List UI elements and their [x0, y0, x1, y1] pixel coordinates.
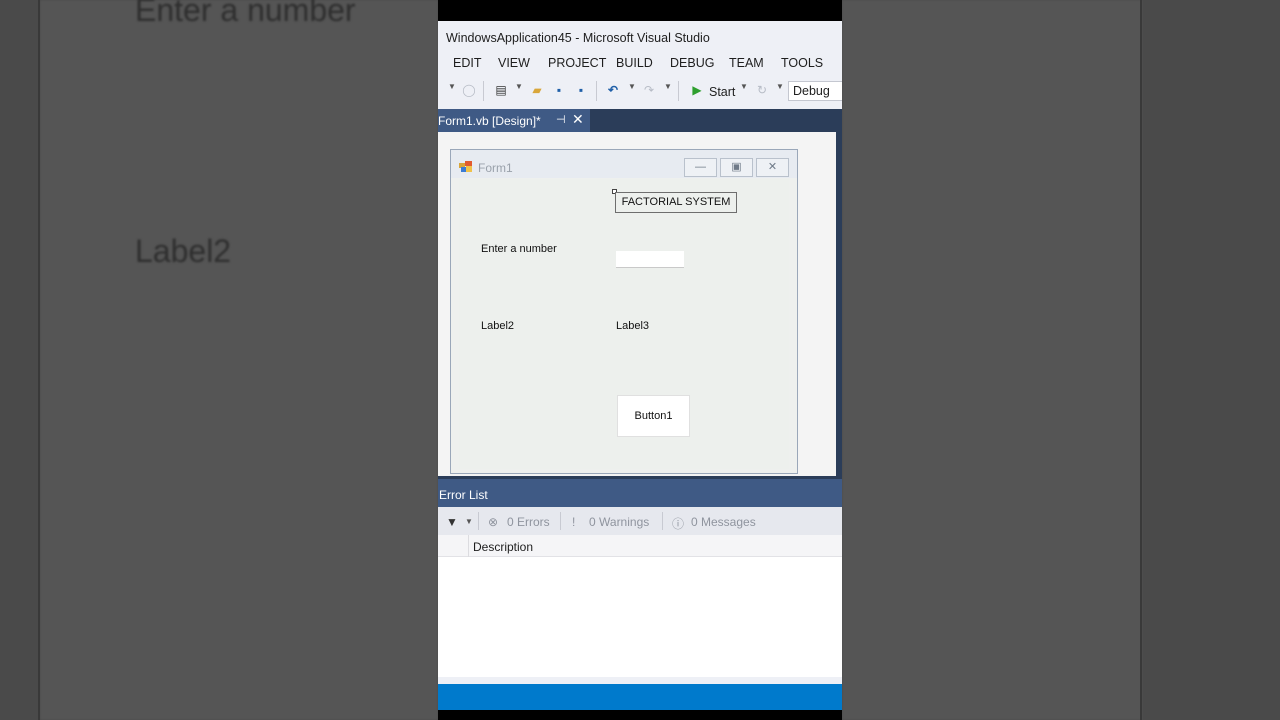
start-dropdown-icon[interactable]: ▼: [740, 82, 748, 91]
start-play-icon[interactable]: ▶: [690, 83, 704, 97]
new-project-icon[interactable]: ▤: [494, 83, 508, 97]
toolbar-separator: [662, 512, 663, 530]
visual-studio-window: WindowsApplication45 - Microsoft Visual …: [438, 21, 842, 684]
standard-toolbar: ▼ ◯ ▤ ▼ ▰ ▪ ▪ ↶ ▼ ↷ ▼ ▶ Start ▼ ↻ ▼ Debu…: [438, 77, 842, 105]
toolbar-separator: [596, 81, 597, 101]
menu-project[interactable]: PROJECT: [548, 56, 606, 70]
error-list-body: [438, 557, 842, 677]
form-app-icon: [459, 161, 472, 172]
menu-tools[interactable]: TOOLS: [781, 56, 823, 70]
menu-bar: EDIT VIEW PROJECT BUILD DEBUG TEAM TOOLS: [438, 54, 842, 75]
error-list-column-header: Description: [438, 535, 842, 557]
messages-icon: ⓘ: [672, 517, 685, 531]
tab-form1-design-label: Form1.vb [Design]*: [438, 114, 541, 128]
errors-icon: ⊗: [488, 515, 499, 529]
maximize-icon[interactable]: ▣: [720, 158, 753, 177]
save-icon[interactable]: ▪: [552, 83, 566, 97]
minimize-icon[interactable]: —: [684, 158, 717, 177]
label-enter-number[interactable]: Enter a number: [481, 243, 557, 255]
pin-icon[interactable]: ⊣: [556, 113, 566, 126]
menu-edit[interactable]: EDIT: [453, 56, 481, 70]
textbox1[interactable]: [616, 251, 684, 268]
toolbar-separator: [678, 81, 679, 101]
label3[interactable]: Label3: [616, 320, 649, 332]
background-panel-left: [40, 0, 438, 720]
status-bar: [438, 684, 842, 710]
error-list-header: Error List: [438, 476, 842, 507]
save-all-icon[interactable]: ▪: [574, 83, 588, 97]
menu-debug[interactable]: DEBUG: [670, 56, 714, 70]
refresh-dropdown-icon[interactable]: ▼: [776, 82, 784, 91]
label2[interactable]: Label2: [481, 320, 514, 332]
designer-border: [836, 132, 842, 492]
label-factorial-system[interactable]: FACTORIAL SYSTEM: [615, 192, 737, 213]
redo-icon[interactable]: ↷: [642, 83, 656, 97]
toolbar-separator: [483, 81, 484, 101]
menu-view[interactable]: VIEW: [498, 56, 530, 70]
nav-forward-icon[interactable]: ◯: [462, 83, 476, 97]
column-description[interactable]: Description: [473, 540, 533, 554]
solution-configuration-value: Debug: [793, 84, 830, 98]
close-icon[interactable]: ✕: [756, 158, 789, 177]
start-button[interactable]: Start: [709, 85, 735, 99]
messages-filter-button[interactable]: 0 Messages: [691, 515, 756, 529]
filter-icon[interactable]: ▼: [446, 515, 458, 529]
window-title: WindowsApplication45 - Microsoft Visual …: [446, 31, 710, 45]
video-frame: WindowsApplication45 - Microsoft Visual …: [438, 0, 842, 720]
tab-form1-design[interactable]: Form1.vb [Design]* ⊣ ✕: [438, 109, 590, 132]
error-list-title: Error List: [439, 488, 488, 502]
document-tab-strip: Form1.vb [Design]* ⊣ ✕: [438, 109, 842, 132]
button1[interactable]: Button1: [617, 395, 690, 437]
close-tab-icon[interactable]: ✕: [572, 111, 584, 128]
column-divider: [468, 535, 469, 557]
redo-dropdown-icon[interactable]: ▼: [664, 82, 672, 91]
background-panel-right: [842, 0, 1142, 720]
background-text-label2: Label2: [135, 233, 232, 269]
open-file-icon[interactable]: ▰: [530, 83, 544, 97]
title-bar: WindowsApplication45 - Microsoft Visual …: [438, 21, 842, 54]
form1-title-bar: Form1 — ▣ ✕: [451, 150, 797, 178]
toolbar-separator: [560, 512, 561, 530]
errors-filter-button[interactable]: 0 Errors: [507, 515, 550, 529]
background-edge: [38, 0, 40, 720]
warnings-filter-button[interactable]: 0 Warnings: [589, 515, 649, 529]
filter-dropdown-icon[interactable]: ▼: [465, 517, 473, 526]
form1-caption: Form1: [478, 161, 513, 175]
warnings-icon: !: [572, 515, 576, 529]
form1-window[interactable]: Form1 — ▣ ✕ FACTORIAL SYSTEM Enter a num…: [450, 149, 798, 474]
nav-back-dropdown-icon[interactable]: ▼: [448, 82, 456, 91]
menu-team[interactable]: TEAM: [729, 56, 764, 70]
new-project-dropdown-icon[interactable]: ▼: [515, 82, 523, 91]
solution-configuration-select[interactable]: Debug: [788, 81, 842, 101]
menu-build[interactable]: BUILD: [616, 56, 653, 70]
background-edge: [1140, 0, 1142, 720]
error-list-toolbar: ▼ ▼ ⊗ 0 Errors ! 0 Warnings ⓘ 0 Messages: [438, 507, 842, 535]
undo-icon[interactable]: ↶: [606, 83, 620, 97]
undo-dropdown-icon[interactable]: ▼: [628, 82, 636, 91]
background-text-enter: Enter a number: [135, 0, 356, 28]
refresh-icon[interactable]: ↻: [755, 83, 769, 97]
toolbar-separator: [478, 512, 479, 530]
